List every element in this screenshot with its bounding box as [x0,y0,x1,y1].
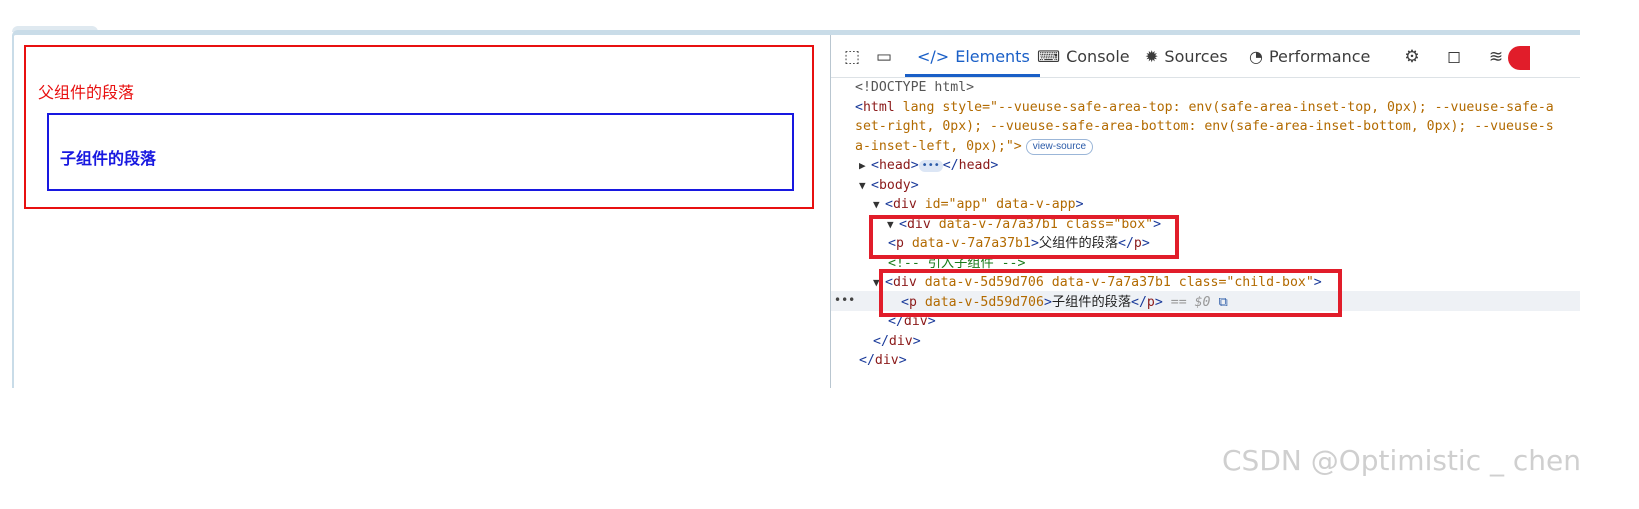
close-div-line-3: </div> [859,353,907,368]
html-attrs-2: set-right, 0px); --vueuse-safe-area-bott… [855,119,1554,134]
gauge-icon: ◔ [1249,47,1263,66]
bug-icon: ✹ [1145,47,1159,66]
tab-label: Elements [955,47,1030,66]
close-div-line-2: </div> [873,334,921,349]
error-badge[interactable] [1508,46,1530,70]
devtools-toolbar: ⬚ ▭ </> Elements ⌨ Console ✹ Sources ◔ Perfo… [831,35,1580,78]
body-tag: body [878,178,911,193]
dock-icon[interactable]: ◻ [1443,46,1465,68]
html-line-3: a-inset-left, 0px);"> view-source [855,137,1094,157]
html-line-2: set-right, 0px); --vueuse-safe-area-bott… [855,117,1554,137]
cpu-icon[interactable]: ⚙ [1401,46,1423,68]
expand-triangle-icon[interactable]: ▶ [859,156,871,176]
body-line[interactable]: ▼ <body> [859,176,919,196]
parent-paragraph: 父组件的段落 [38,83,135,102]
devtools-panel: ⬚ ▭ </> Elements ⌨ Console ✹ Sources ◔ Perfo… [831,35,1580,388]
browser-window: 父组件的段落 子组件的段落 ⬚ ▭ </> Elements ⌨ Console ✹… [12,30,1580,388]
code-icon: </> [917,47,950,66]
tab-sources[interactable]: ✹ Sources [1145,35,1228,77]
tab-elements[interactable]: </> Elements [905,35,1040,77]
row-menu-icon[interactable]: ••• [834,291,855,311]
child-paragraph: 子组件的段落 [60,149,157,168]
child-box: 子组件的段落 [47,113,794,191]
view-source-button[interactable]: view-source [1025,139,1094,155]
head-tag: head [878,158,911,173]
tab-label: Sources [1164,47,1228,66]
wifi-icon[interactable]: ≋ [1485,46,1507,68]
head-line[interactable]: ▶ <head> ••• </head> [859,156,998,176]
device-icon[interactable]: ▭ [873,46,895,68]
doctype-text: <!DOCTYPE html> [855,80,975,95]
collapse-triangle-icon[interactable]: ▼ [873,195,885,215]
app-div-line[interactable]: ▼ <div id="app" data-v-app> [873,195,1084,215]
tab-console[interactable]: ⌨ Console [1037,35,1130,77]
highlight-box-child [879,269,1342,317]
parent-box: 父组件的段落 子组件的段落 [24,45,814,209]
tab-performance[interactable]: ◔ Performance [1249,35,1370,77]
highlight-box-parent [869,215,1179,259]
ellipsis-icon[interactable]: ••• [918,160,943,172]
collapse-triangle-icon[interactable]: ▼ [859,176,871,196]
console-icon: ⌨ [1037,47,1061,66]
html-attrs-3: a-inset-left, 0px);"> [855,139,1022,154]
doctype-line: <!DOCTYPE html> [855,78,974,98]
tab-label: Performance [1268,47,1371,66]
html-attrs-1: lang style="--vueuse-safe-area-top: env(… [902,100,1554,115]
html-line-1[interactable]: <html lang style="--vueuse-safe-area-top… [855,98,1554,118]
page-viewport: 父组件的段落 子组件的段落 [14,35,830,388]
inspect-icon[interactable]: ⬚ [841,46,863,68]
tab-label: Console [1066,47,1130,66]
watermark: CSDN @Optimistic _ chen [1222,444,1582,477]
app-div-attrs: id="app" data-v-app [916,197,1076,212]
